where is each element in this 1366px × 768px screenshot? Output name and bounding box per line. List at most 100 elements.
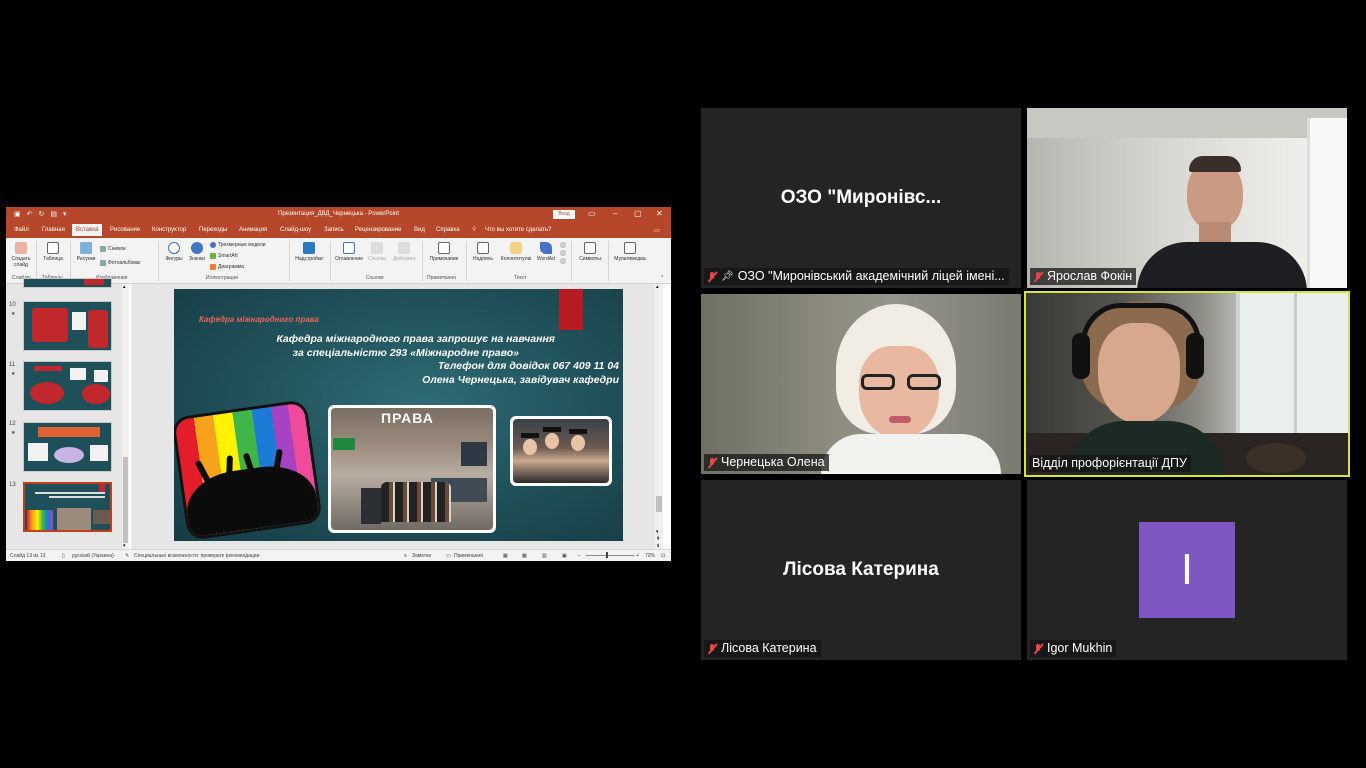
participant-tile-lisova[interactable]: Лісова Катерина Лісова Катерина (701, 480, 1021, 660)
participant-tile-chernetska[interactable]: Чернецька Олена (701, 294, 1021, 474)
photo-album-button[interactable]: Фотоальбомы (100, 260, 140, 266)
crowd-photo (174, 402, 320, 538)
wordart-icon (540, 242, 552, 254)
screenshot-icon (100, 246, 106, 252)
accessibility-status[interactable]: Специальные возможности: проверьте реком… (134, 553, 259, 559)
comments-icon[interactable]: ▭ (654, 227, 660, 234)
minimize-icon[interactable]: – (613, 209, 617, 219)
tab-help[interactable]: Справка (436, 227, 460, 233)
shapes-button[interactable]: Фигуры (163, 242, 185, 262)
ribbon-display-icon[interactable]: ▭ (588, 209, 596, 219)
pictures-button[interactable]: Рисунки (74, 242, 98, 262)
notes-button[interactable]: Заметки (412, 553, 431, 559)
symbols-button[interactable]: Символы (574, 242, 606, 262)
toc-button[interactable]: Оглавление (334, 242, 364, 262)
collapse-ribbon-icon[interactable]: ^ (661, 275, 663, 281)
thumbnails-scroll-thumb[interactable] (123, 457, 128, 543)
zoom-slider[interactable] (586, 555, 634, 556)
comment-button[interactable]: Примечание (426, 242, 462, 262)
slide-body-text: Кафедра міжнародного права запрошує на н… (199, 333, 619, 387)
slide-thumbnail-10[interactable] (23, 301, 112, 351)
fit-slide-icon[interactable]: ⊡ (661, 553, 665, 559)
tell-me-search[interactable]: Что вы хотите сделать? (485, 227, 551, 233)
thumb-number: 10 (9, 302, 16, 308)
action-button[interactable]: Действия (391, 242, 417, 262)
tab-review[interactable]: Рецензирование (355, 227, 401, 233)
slideshow-view-icon[interactable]: ▣ (562, 553, 567, 559)
zoom-level[interactable]: 72% (645, 553, 655, 559)
tab-view[interactable]: Вид (414, 227, 425, 233)
tab-draw[interactable]: Рисование (110, 227, 140, 233)
spellcheck-icon[interactable]: ▯ (62, 553, 65, 559)
tab-slideshow[interactable]: Слайд-шоу (280, 227, 311, 233)
group-comments-label: Примечания (427, 275, 456, 281)
slide-thumbnail-11[interactable] (23, 361, 112, 411)
3d-models-button[interactable]: Трехмерные модели (210, 242, 266, 248)
thumb-number: 11 (9, 362, 16, 368)
chart-button[interactable]: Диаграмма (210, 264, 244, 270)
mic-muted-icon (707, 643, 717, 655)
table-icon (47, 242, 59, 254)
thumb-animation-star: ★ (11, 371, 16, 377)
text-options-icon[interactable] (559, 242, 567, 266)
comments-button[interactable]: Примечания (454, 553, 483, 559)
photo-album-icon (100, 260, 106, 266)
action-icon (398, 242, 410, 254)
thumb-number: 12 (9, 421, 16, 427)
mic-muted-icon (1033, 271, 1043, 283)
language-indicator[interactable]: русский (Украина) (72, 553, 114, 559)
thumbnails-scrollbar[interactable]: ▴ ▾ (122, 284, 129, 549)
participant-tile-fokin[interactable]: Ярослав Фокін (1027, 108, 1347, 288)
tab-file[interactable]: Файл (14, 227, 29, 233)
slide-edit-area: Кафедра міжнародного права Кафедра міжна… (131, 284, 663, 549)
comment-icon (438, 242, 450, 254)
screenshot-button[interactable]: Снимок (100, 246, 126, 252)
slide-counter: Слайд 13 из 13 (10, 553, 46, 559)
smartart-button[interactable]: SmartArt (210, 253, 238, 259)
tab-insert[interactable]: Вставка (72, 224, 103, 236)
zoom-slider-thumb[interactable] (606, 552, 608, 558)
addins-button[interactable]: Надстройки (292, 242, 326, 262)
slide-thumbnail-13[interactable] (23, 482, 112, 532)
building-photo: ПРАВА (328, 405, 496, 533)
tab-transitions[interactable]: Переходы (199, 227, 227, 233)
header-footer-button[interactable]: Колонтитулы (497, 242, 535, 262)
tab-home[interactable]: Главная (42, 227, 65, 233)
slide-thumbnail-9[interactable] (23, 278, 112, 288)
tab-design[interactable]: Конструктор (152, 227, 186, 233)
icons-button[interactable]: Значки (186, 242, 208, 262)
reading-view-icon[interactable]: ▥ (542, 553, 547, 559)
cube-icon (210, 242, 216, 248)
chart-icon (210, 264, 216, 270)
login-button[interactable]: Вход (553, 210, 575, 219)
textbox-button[interactable]: Надпись (468, 242, 498, 262)
table-button[interactable]: Таблица (40, 242, 66, 262)
meeting-screen: ▣ ↶ ↻ ▤ ▾ Презентация_ДВД_Чернецька - Po… (0, 0, 1366, 768)
participant-name-label: Відділ профорієнтації ДПУ (1029, 455, 1191, 472)
tab-animations[interactable]: Анимация (239, 227, 267, 233)
shapes-icon (168, 242, 180, 254)
close-icon[interactable]: ✕ (656, 209, 663, 219)
participant-tile-ozo[interactable]: ОЗО "Миронівс... 📌︎ ОЗО "Миронівський ак… (701, 108, 1021, 288)
link-button[interactable]: Ссылка (367, 242, 387, 262)
participant-tile-dpu[interactable]: Відділ профорієнтації ДПУ (1024, 291, 1350, 477)
maximize-icon[interactable]: ▢ (634, 209, 642, 219)
new-slide-button[interactable]: Создать слайд (10, 242, 32, 268)
wordart-button[interactable]: WordArt (534, 242, 558, 262)
current-slide[interactable]: Кафедра міжнародного права Кафедра міжна… (174, 289, 623, 541)
tab-record[interactable]: Запись (324, 227, 344, 233)
normal-view-icon[interactable]: ▦ (503, 553, 508, 559)
slide-scrollbar[interactable]: ▴ ▾ ⇞ ⇟ (655, 284, 663, 549)
red-bookmark-decoration (559, 289, 583, 330)
media-button[interactable]: Мультимедиа (610, 242, 650, 262)
group-links-label: Ссылки (366, 275, 384, 281)
participant-name: Лісова Катерина (721, 641, 817, 655)
slide-sorter-icon[interactable]: ▦ (522, 553, 527, 559)
slide-thumbnail-12[interactable] (23, 422, 112, 472)
ppt-title-bar: ▣ ↶ ↻ ▤ ▾ Презентация_ДВД_Чернецька - Po… (6, 207, 671, 222)
slide-scroll-thumb[interactable] (656, 496, 662, 512)
zoom-out-icon[interactable]: – (578, 553, 581, 559)
zoom-in-icon[interactable]: + (636, 553, 639, 559)
participant-tile-mukhin[interactable]: I Igor Mukhin (1027, 480, 1347, 660)
slide-header: Кафедра міжнародного права (199, 315, 319, 324)
